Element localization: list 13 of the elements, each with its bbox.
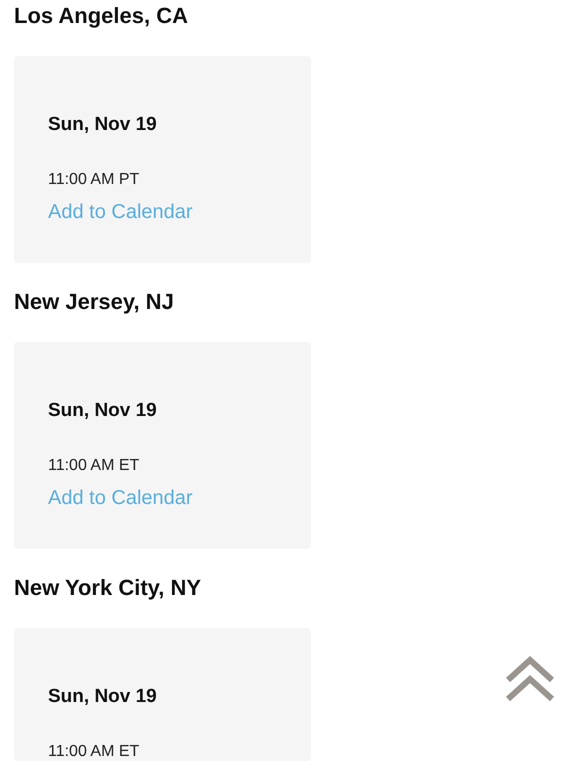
event-date: Sun, Nov 19 [48, 399, 158, 423]
event-time: 11:00 AM PT [48, 171, 140, 189]
city-heading: New Jersey, NJ [14, 288, 175, 316]
double-chevron-up-icon [505, 656, 555, 702]
city-heading: New York City, NY [14, 574, 202, 602]
add-to-calendar-link[interactable]: Add to Calendar [48, 487, 193, 509]
city-heading: Los Angeles, CA [14, 2, 189, 30]
add-to-calendar-link[interactable]: Add to Calendar [48, 201, 193, 223]
event-date: Sun, Nov 19 [48, 685, 158, 709]
event-date: Sun, Nov 19 [48, 113, 158, 137]
event-time: 11:00 AM ET [48, 457, 140, 475]
event-time: 11:00 AM ET [48, 743, 140, 761]
scroll-to-top-button[interactable] [505, 656, 555, 702]
